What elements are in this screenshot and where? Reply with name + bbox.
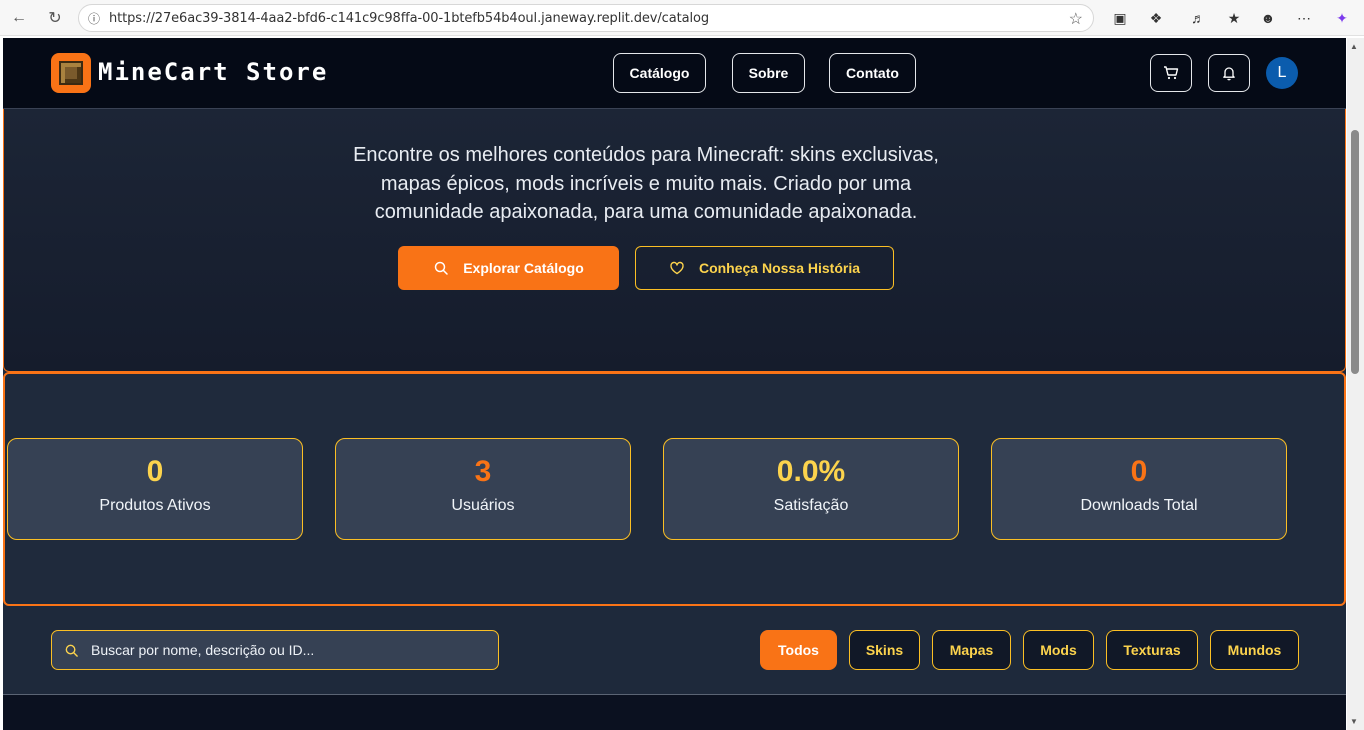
site-info-icon[interactable]: ⓘ — [79, 10, 109, 27]
stat-card-satisfaction: 0.0% Satisfação — [663, 438, 959, 540]
favorites-icon[interactable]: ★ — [1222, 6, 1246, 30]
search-icon — [65, 644, 78, 657]
cart-button[interactable] — [1150, 54, 1192, 92]
stats-section: 0 Produtos Ativos 3 Usuários 0.0% Satisf… — [3, 372, 1346, 606]
more-menu-icon[interactable]: ⋯ — [1292, 6, 1316, 30]
bell-icon — [1223, 67, 1235, 81]
stat-card-downloads: 0 Downloads Total — [991, 438, 1287, 540]
filter-bar: Todos Skins Mapas Mods Texturas Mundos — [3, 606, 1346, 695]
explore-catalog-label: Explorar Catálogo — [463, 260, 584, 276]
search-box[interactable] — [51, 630, 499, 670]
filter-skins[interactable]: Skins — [849, 630, 920, 670]
url-text: https://27e6ac39-3814-4aa2-bfd6-c141c9c9… — [109, 10, 709, 26]
filter-texturas[interactable]: Texturas — [1106, 630, 1198, 670]
brand-name[interactable]: MineCart Store — [98, 58, 328, 86]
site-header: MineCart Store Catálogo Sobre Contato L — [3, 38, 1346, 109]
scroll-thumb[interactable] — [1351, 130, 1359, 374]
page-viewport: MineCart Store Catálogo Sobre Contato L … — [3, 38, 1346, 730]
profile-icon[interactable]: ☻ — [1256, 6, 1280, 30]
our-story-label: Conheça Nossa História — [698, 260, 861, 276]
user-avatar[interactable]: L — [1266, 57, 1298, 89]
reload-icon[interactable]: ↻ — [42, 6, 68, 30]
nav-catalog[interactable]: Catálogo — [613, 53, 706, 93]
nav-about[interactable]: Sobre — [732, 53, 805, 93]
filter-mundos[interactable]: Mundos — [1210, 630, 1299, 670]
explore-catalog-button[interactable]: Explorar Catálogo — [398, 246, 619, 290]
stat-card-products: 0 Produtos Ativos — [7, 438, 303, 540]
stat-value: 0 — [1130, 455, 1148, 488]
browser-toolbar: ← ↻ ⓘ https://27e6ac39-3814-4aa2-bfd6-c1… — [0, 0, 1364, 36]
stat-value: 0.0% — [776, 455, 846, 488]
scroll-down-icon[interactable]: ▼ — [1350, 717, 1358, 726]
our-story-button[interactable]: Conheça Nossa História — [635, 246, 894, 290]
notifications-button[interactable] — [1208, 54, 1250, 92]
filter-todos[interactable]: Todos — [760, 630, 837, 670]
cart-icon — [1164, 66, 1179, 80]
extension-icon[interactable]: ▣ — [1108, 6, 1132, 30]
copilot-icon[interactable]: ✦ — [1330, 6, 1354, 30]
nav-contact[interactable]: Contato — [829, 53, 916, 93]
search-input[interactable] — [91, 642, 471, 658]
page-scrollbar[interactable]: ▲ ▼ — [1347, 38, 1364, 730]
stat-value: 3 — [474, 455, 492, 488]
stat-label: Downloads Total — [1080, 497, 1198, 514]
heart-icon — [670, 261, 684, 275]
favorite-star-icon[interactable]: ☆ — [1069, 9, 1083, 29]
stat-value: 0 — [146, 455, 164, 488]
product-grid-area — [3, 695, 1346, 730]
filter-mapas[interactable]: Mapas — [932, 630, 1011, 670]
filter-mods[interactable]: Mods — [1023, 630, 1094, 670]
logo-icon[interactable] — [51, 53, 91, 93]
puzzle-extensions-icon[interactable]: ❖ — [1144, 6, 1168, 30]
stat-label: Satisfação — [773, 497, 849, 514]
hero-section: Encontre os melhores conteúdos para Mine… — [3, 109, 1346, 372]
hero-description: Encontre os melhores conteúdos para Mine… — [353, 144, 939, 223]
minecart-cube-icon — [59, 61, 83, 85]
stat-label: Usuários — [451, 497, 515, 514]
read-aloud-icon[interactable]: ♬ — [1186, 6, 1210, 30]
search-icon — [434, 261, 448, 275]
scroll-up-icon[interactable]: ▲ — [1350, 42, 1358, 51]
stat-label: Produtos Ativos — [99, 497, 211, 514]
stat-card-users: 3 Usuários — [335, 438, 631, 540]
back-icon[interactable]: ← — [6, 6, 32, 30]
address-bar[interactable]: ⓘ https://27e6ac39-3814-4aa2-bfd6-c141c9… — [78, 4, 1094, 32]
